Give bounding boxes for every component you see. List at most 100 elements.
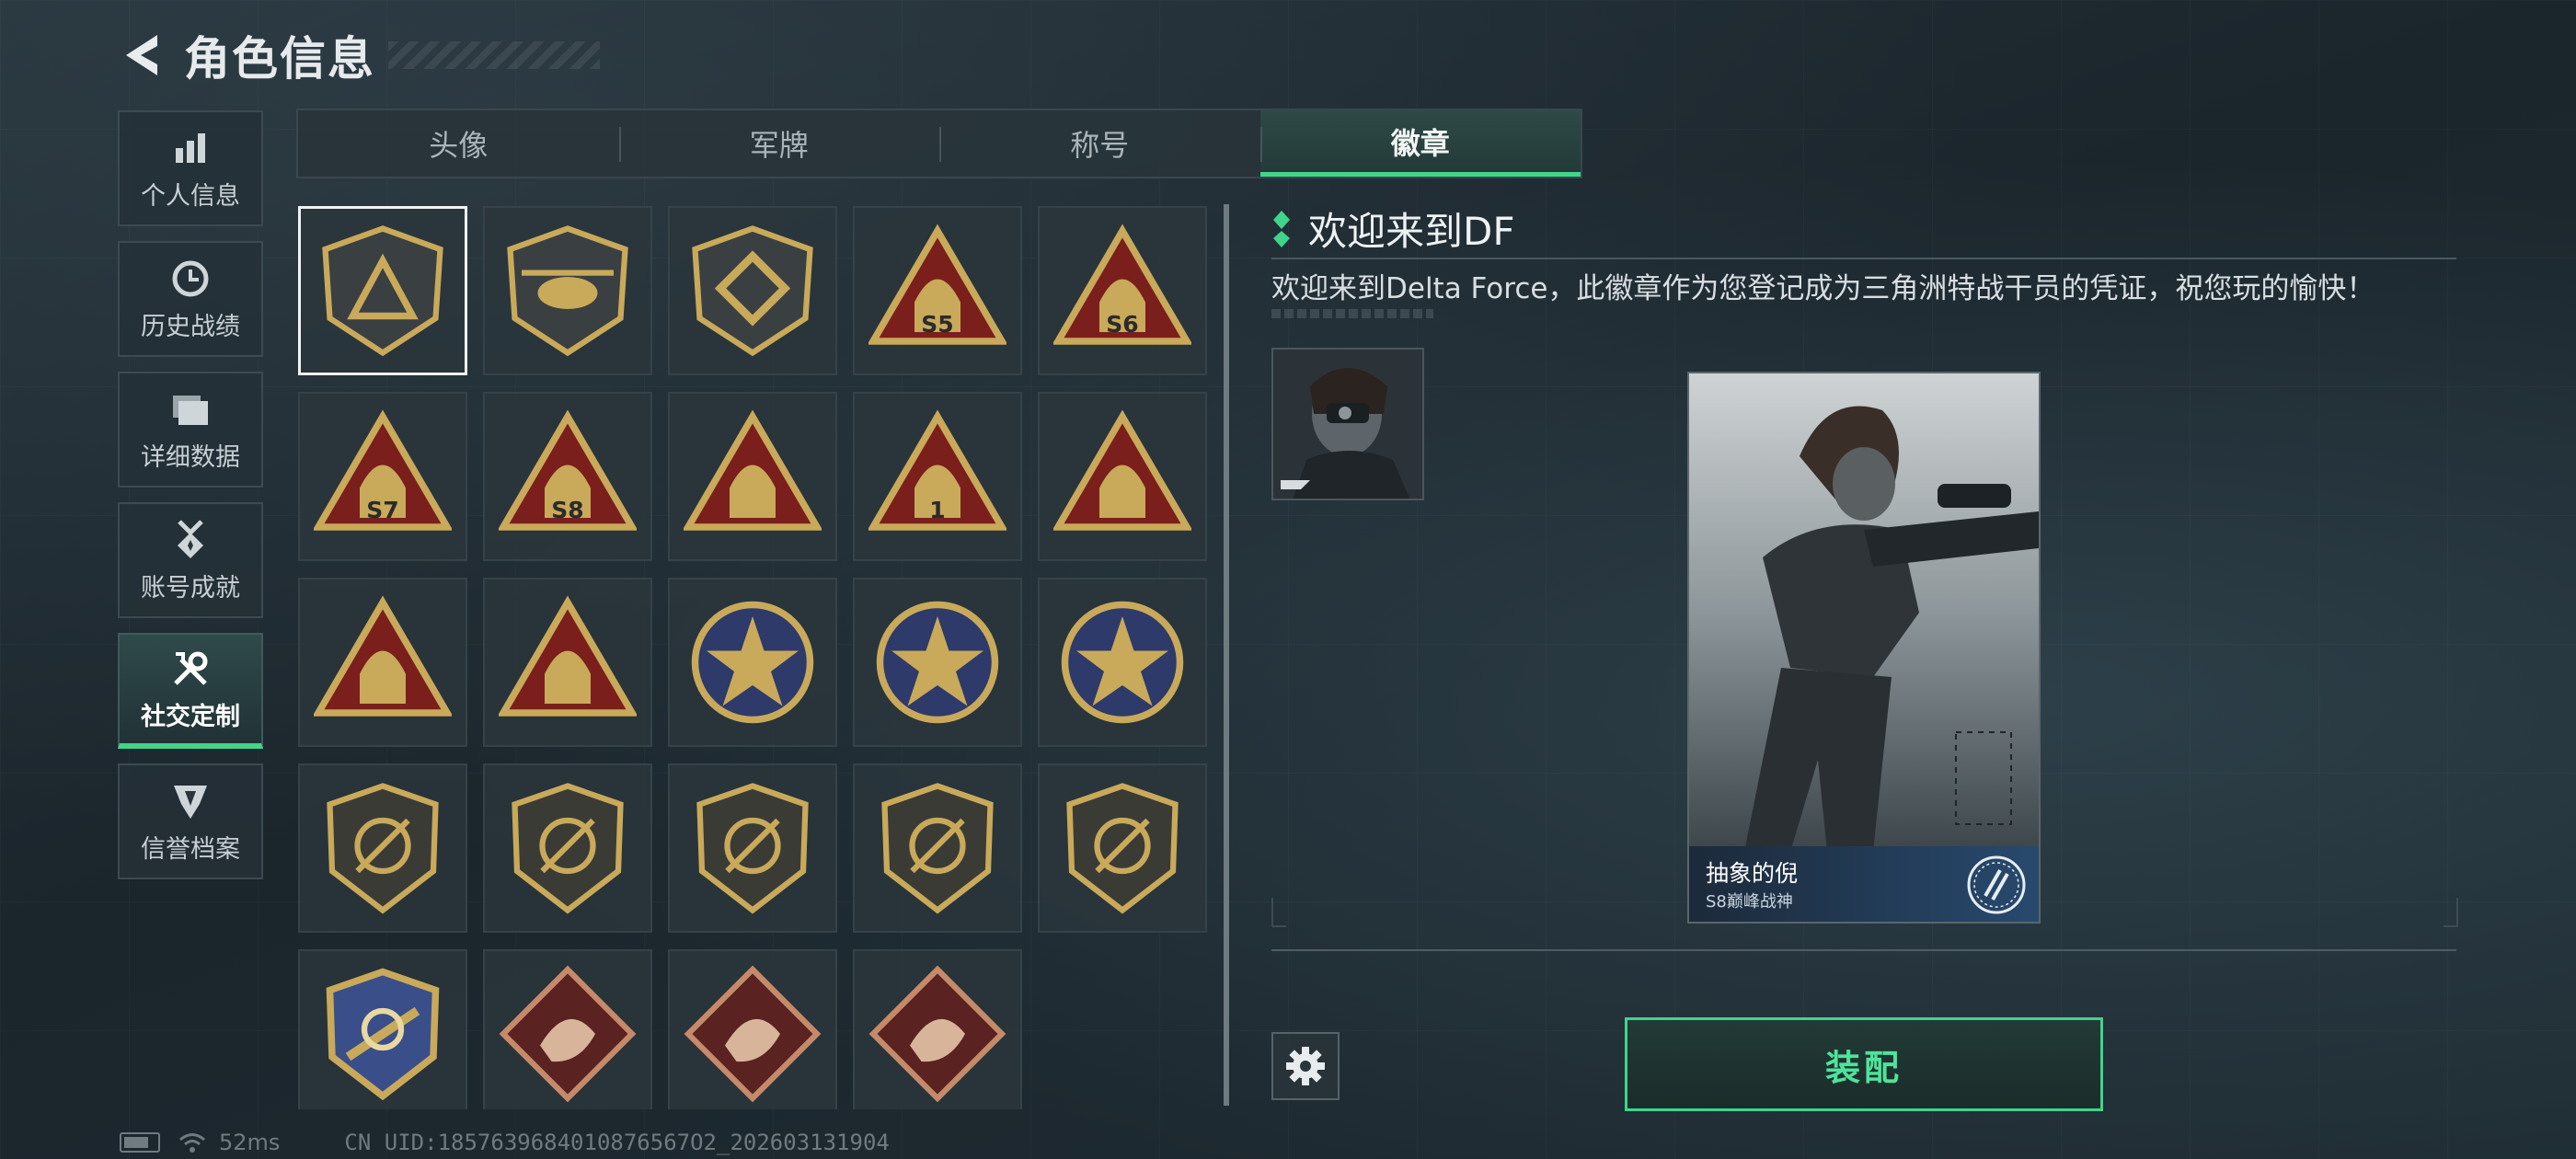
badge-cell[interactable]: [1038, 392, 1207, 561]
tab-avatar[interactable]: 头像: [298, 110, 619, 177]
badge-cell[interactable]: S8: [483, 392, 652, 561]
operator-card-footer: 抽象的倪 S8巅峰战神: [1689, 846, 2039, 922]
folder-icon: [168, 387, 213, 431]
season-s7-badge-icon: S7: [314, 409, 452, 531]
delta-triangle-badge-icon: [322, 225, 443, 357]
panel-bracket-right: [2444, 898, 2458, 927]
nav-label: 历史战绩: [141, 312, 240, 341]
badge-description: 欢迎来到Delta Force，此徽章作为您登记成为三角洲特战干员的凭证，祝您玩…: [1271, 272, 2375, 305]
mech-soldiers-badge-icon: [314, 595, 452, 717]
badge-season-label: S7: [366, 497, 398, 523]
badge-cell[interactable]: [298, 578, 467, 747]
season-s5-badge-icon: S5: [868, 224, 1006, 345]
tab-dog-tag[interactable]: 军牌: [618, 110, 940, 177]
nav-item-credit-record[interactable]: 信誉档案: [118, 763, 263, 879]
nav-item-detailed-data[interactable]: 详细数据: [118, 372, 263, 488]
badge-cell[interactable]: [668, 763, 837, 933]
badge-season-label: S5: [921, 311, 953, 338]
detail-stripe-decoration: [1271, 309, 1433, 318]
eagle-shield-badge-icon: [326, 968, 440, 1101]
wifi-icon: [179, 1133, 205, 1153]
operator-name: 抽象的倪: [1706, 860, 1799, 887]
clock-icon: [168, 257, 213, 301]
nav-label: 个人信息: [141, 181, 240, 211]
dragon-badge-1-icon: [499, 965, 637, 1103]
laurel-shield-badge-icon: [1061, 601, 1184, 724]
tab-badge[interactable]: 徽章: [1259, 110, 1581, 177]
season-s8-badge-icon: S8: [499, 409, 637, 531]
badge-cell[interactable]: [483, 949, 652, 1109]
badge-cell[interactable]: [668, 392, 837, 561]
skull-crosshair-badge-icon: [512, 783, 624, 914]
badge-cell[interactable]: [1038, 763, 1207, 933]
badge-cell[interactable]: [668, 206, 837, 375]
badge-cell[interactable]: [483, 763, 652, 933]
rifle-crossed-badge-2-icon: [881, 783, 994, 914]
rocket-launch-badge-icon: [499, 595, 637, 717]
nav-item-personal-info[interactable]: 个人信息: [118, 110, 263, 226]
gear-icon: [1286, 1047, 1325, 1085]
nav-item-match-history[interactable]: 历史战绩: [118, 241, 263, 357]
category-tabs: 头像 军牌 称号 徽章: [296, 109, 1582, 178]
equip-button[interactable]: 装配: [1625, 1017, 2103, 1111]
tab-title[interactable]: 称号: [939, 110, 1260, 177]
season-s6-badge-icon: S6: [1053, 224, 1191, 345]
wrench-screwdriver-icon: [168, 647, 213, 691]
nav-label: 社交定制: [141, 702, 240, 731]
badge-cell[interactable]: [853, 578, 1022, 747]
page-title: 角色信息: [184, 32, 375, 86]
nav-item-achievements[interactable]: 账号成就: [118, 502, 263, 618]
star-compass-badge-icon: [691, 601, 814, 724]
badge-cell[interactable]: [1038, 578, 1207, 747]
operator-card: 抽象的倪 S8巅峰战神: [1687, 372, 2041, 924]
title-stripe-decoration: [388, 41, 600, 69]
badge-season-label: S6: [1106, 311, 1138, 338]
status-bar: 52ms CN UID:1857639684010876567O2_202603…: [120, 1130, 890, 1155]
nest-eggs-badge-icon: [684, 409, 822, 531]
badge-cell[interactable]: [853, 763, 1022, 933]
ping-text: 52ms: [219, 1130, 281, 1155]
medal-star-icon: [168, 518, 213, 562]
nav-label: 信誉档案: [141, 834, 240, 864]
badge-season-label: 1: [929, 497, 945, 523]
settings-button[interactable]: [1271, 1032, 1340, 1100]
hands-gem-badge-icon: [1053, 409, 1191, 531]
badge-cell[interactable]: [298, 949, 467, 1109]
badge-cell[interactable]: [298, 763, 467, 933]
diamond-marker-icon: [1273, 210, 1290, 247]
nav-label: 详细数据: [141, 442, 240, 472]
badge-cell[interactable]: [668, 578, 837, 747]
badge-cell[interactable]: [483, 578, 652, 747]
badge-cell[interactable]: 1: [853, 392, 1022, 561]
badge-cell[interactable]: [483, 206, 652, 375]
badge-cell[interactable]: S7: [298, 392, 467, 561]
gem-shield-badge-icon: [327, 783, 439, 914]
operator-portrait: [1689, 373, 2039, 852]
badge-cell[interactable]: [298, 206, 467, 375]
hexagon-emblem-badge-icon: [692, 225, 813, 357]
rank-emblem-icon: [1967, 855, 2026, 914]
dragon-badge-2-icon: [684, 965, 822, 1103]
back-arrow-icon[interactable]: [118, 26, 166, 85]
badge-grid: S5 S6 S7 S8 1: [298, 204, 1209, 1109]
badge-title: 欢迎来到DF: [1308, 209, 1515, 254]
number-one-badge-icon: 1: [868, 409, 1006, 531]
badge-cell[interactable]: S5: [853, 206, 1022, 375]
battery-icon: [120, 1132, 160, 1153]
bar-chart-icon: [168, 126, 213, 170]
nav-item-social-custom[interactable]: 社交定制: [118, 633, 263, 749]
badge-detail-header: 欢迎来到DF: [1271, 201, 1515, 257]
shield-chevron-icon: [168, 779, 213, 823]
badge-cell[interactable]: [668, 949, 837, 1109]
runner-badge-icon: [868, 965, 1006, 1103]
rifle-crossed-badge-1-icon: [696, 783, 809, 914]
badge-cell[interactable]: S6: [1038, 206, 1207, 375]
badge-season-label: S8: [551, 497, 583, 523]
player-avatar[interactable]: [1271, 348, 1424, 500]
panel-bracket-left: [1271, 898, 1286, 927]
badge-cell[interactable]: [853, 949, 1022, 1109]
detail-bottom-divider: [1271, 949, 2456, 951]
detail-divider: [1271, 258, 2456, 259]
operator-rank: S8巅峰战神: [1706, 892, 1793, 912]
badge-grid-scrollbar[interactable]: [1224, 204, 1229, 1106]
